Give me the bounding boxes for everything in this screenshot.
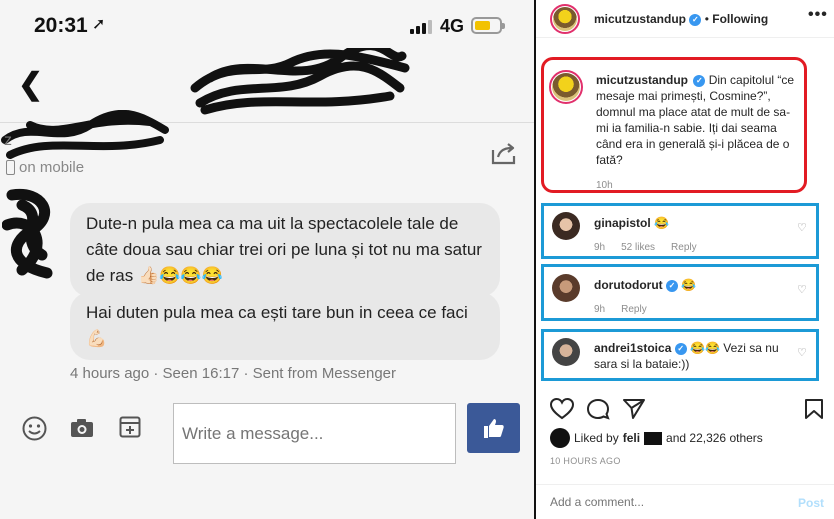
like-button[interactable]: [467, 403, 520, 453]
redaction-scribble-avatar: [2, 188, 53, 279]
comment-highlight: [541, 264, 819, 321]
add-icon[interactable]: [119, 416, 141, 438]
comment-meta: 9h Reply: [594, 304, 663, 315]
verified-badge-icon: ✓: [693, 74, 706, 87]
caption: micutzustandup ✓ Din capitolul “ce mesaj…: [596, 72, 801, 168]
reply-button[interactable]: Reply: [671, 242, 697, 253]
verified-badge-icon: ✓: [674, 342, 687, 355]
comment-avatar[interactable]: [552, 338, 580, 366]
redaction-scribble-contact: [1, 110, 169, 159]
caption-avatar[interactable]: [549, 70, 583, 104]
presence-label: on mobile: [19, 159, 85, 176]
like-heart-icon[interactable]: [550, 398, 574, 420]
comment-avatar[interactable]: [552, 274, 580, 302]
reply-button[interactable]: Reply: [621, 304, 647, 315]
signal-icon: [410, 20, 432, 34]
messenger-screenshot: 20:31 ➚ 4G ❮ z on mobile Dute-n pula mea…: [0, 0, 534, 519]
share-icon[interactable]: [490, 142, 518, 166]
comment-meta: 9h 52 likes Reply: [594, 242, 713, 253]
comment-username[interactable]: ginapistol: [594, 216, 651, 230]
comment-text: 😂: [654, 216, 669, 230]
comment-username[interactable]: andrei1stoica: [594, 341, 671, 355]
redaction-scribble-name: [190, 48, 410, 115]
back-icon[interactable]: ❮: [18, 70, 43, 100]
battery-icon: [471, 17, 505, 34]
verified-badge-icon: ✓: [666, 279, 678, 292]
emoji-icon[interactable]: [22, 416, 47, 441]
instagram-panel: micutzustandup ✓ • Following ••• micutzu…: [536, 0, 834, 519]
comment-like-heart-icon[interactable]: ♡: [797, 221, 807, 234]
liked-by-name[interactable]: feli: [623, 431, 640, 445]
caption-time: 10h: [596, 180, 613, 191]
comment: ginapistol 😂: [594, 216, 669, 230]
comment-text: 😂: [681, 278, 697, 292]
phone-icon: [6, 160, 15, 175]
header-username[interactable]: micutzustandup: [594, 12, 686, 26]
caption-username[interactable]: micutzustandup: [596, 73, 688, 87]
comment: andrei1stoica ✓ 😂😂 Vezi sa nu sara si la…: [594, 340, 794, 372]
presence-status: on mobile: [6, 159, 84, 176]
liked-by: Liked by feli and 22,326 others: [550, 428, 763, 448]
add-comment-input[interactable]: [550, 493, 770, 511]
save-bookmark-icon[interactable]: [804, 398, 824, 420]
message-bubble: Hai duten pula mea ca ești tare bun in c…: [70, 292, 500, 360]
message-meta: 4 hours ago · Seen 16:17 · Sent from Mes…: [70, 365, 397, 382]
comment-avatar[interactable]: [552, 212, 580, 240]
share-direct-icon[interactable]: [622, 398, 646, 420]
status-bar: 20:31 ➚ 4G: [0, 0, 534, 52]
post-age: 10 HOURS AGO: [550, 456, 621, 466]
more-options-icon[interactable]: •••: [808, 6, 828, 24]
network-label: 4G: [440, 16, 465, 36]
following-button[interactable]: Following: [712, 12, 768, 26]
comment-icon[interactable]: [586, 398, 610, 420]
comment-username[interactable]: dorutodorut: [594, 278, 663, 292]
post-button[interactable]: Post: [798, 496, 824, 510]
comment: dorutodorut ✓ 😂: [594, 278, 696, 292]
comment-likes[interactable]: 52 likes: [621, 242, 655, 253]
camera-icon[interactable]: [70, 418, 94, 438]
verified-badge-icon: ✓: [689, 13, 702, 26]
message-bubble: Dute-n pula mea ca ma uit la spectacolel…: [70, 203, 500, 297]
composer: [0, 398, 534, 468]
message-input[interactable]: [173, 403, 456, 464]
liked-by-suffix[interactable]: and 22,326 others: [666, 431, 763, 445]
comment-like-heart-icon[interactable]: ♡: [797, 346, 807, 359]
location-arrow-icon: ➚: [92, 16, 106, 33]
status-time: 20:31: [34, 14, 88, 37]
avatar[interactable]: [550, 4, 580, 34]
contact-name-initial: z: [4, 132, 12, 149]
post-header: micutzustandup ✓ • Following •••: [536, 0, 834, 38]
redaction-block: [644, 431, 663, 445]
post-actions: [536, 396, 834, 422]
comment-like-heart-icon[interactable]: ♡: [797, 283, 807, 296]
liked-by-prefix: Liked by: [574, 431, 619, 445]
thumbs-up-icon: [483, 419, 504, 438]
liked-by-avatar[interactable]: [550, 428, 570, 448]
comment-time: 9h: [594, 304, 606, 315]
comment-time: 9h: [594, 242, 606, 253]
add-comment-bar: Post: [536, 484, 834, 519]
caption-text: Din capitolul “ce mesaje mai primești, C…: [596, 73, 795, 167]
header-title: micutzustandup ✓ • Following: [594, 12, 769, 26]
